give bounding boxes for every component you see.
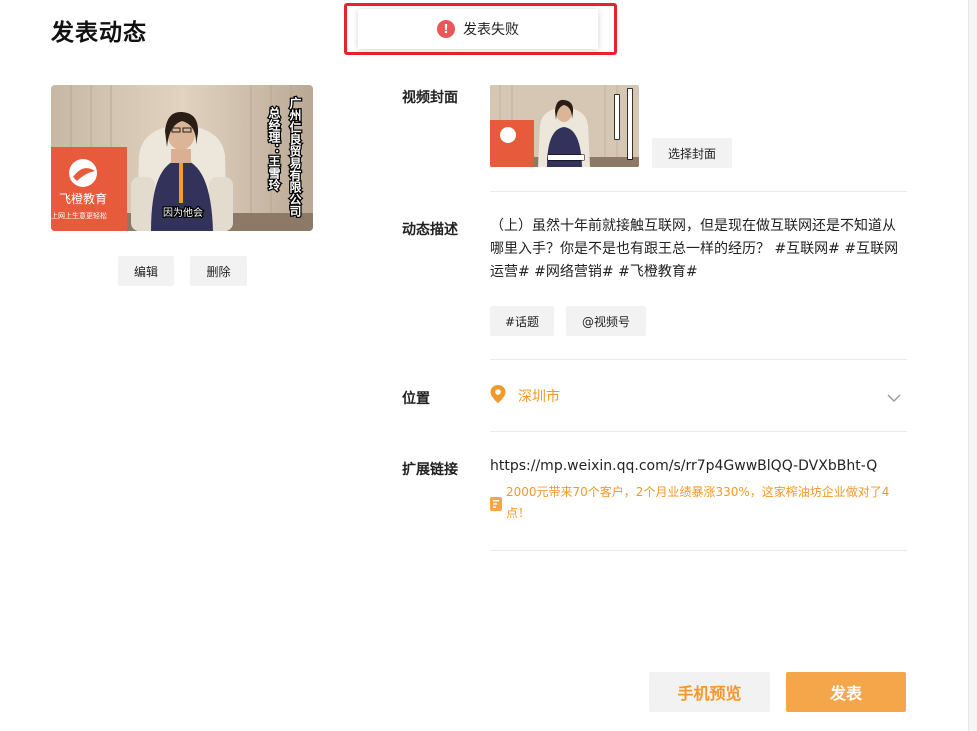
page-title: 发表动态 [51,20,147,46]
overlay-company: 广州仁良贸易有限公司 [288,96,302,218]
location-value: 深圳市 [518,389,560,405]
overlay-person: 总经理：王雪玲 [267,106,281,192]
publish-button[interactable]: 发表 [786,672,906,712]
link-label: 扩展链接 [402,462,458,478]
edit-button[interactable]: 编辑 [118,256,174,286]
logo-subtext: 上网上生意更轻松 [51,211,107,220]
video-preview[interactable]: 飞橙教育 上网上生意更轻松 广州仁良贸易有限公司 总经理：王雪玲 因为他会 [51,85,313,231]
publish-post-page: 发表动态 飞橙教育 上网上生意更轻松 广州仁良贸易有限公司 总经理：王雪玲 因为… [0,0,977,731]
error-icon: ! [437,20,455,38]
select-cover-button[interactable]: 选择封面 [652,138,732,168]
divider [490,359,907,360]
article-icon [490,496,502,511]
linked-article[interactable]: 2000元带来70个客户，2个月业绩暴涨330%，这家榨油坊企业做对了4点！ [490,482,905,524]
link-url[interactable]: https://mp.weixin.qq.com/s/rr7p4GwwBlQQ-… [490,458,877,474]
video-subtitle: 因为他会 [163,206,203,219]
divider [490,550,907,551]
divider [490,191,907,192]
cover-thumbnail [490,85,639,167]
location-selector[interactable]: 深圳市 [490,384,907,408]
logo-text: 飞橙教育 [59,191,107,206]
cover-label: 视频封面 [402,90,458,106]
description-label: 动态描述 [402,222,458,238]
article-title: 2000元带来70个客户，2个月业绩暴涨330%，这家榨油坊企业做对了4点！ [506,485,890,520]
phone-preview-button[interactable]: 手机预览 [649,672,770,712]
description-text[interactable]: （上）虽然十年前就接触互联网，但是现在做互联网还是不知道从哪里入手？你是不是也有… [490,215,905,284]
location-label: 位置 [402,391,430,407]
chevron-down-icon[interactable] [887,388,901,407]
mention-button[interactable]: @视频号 [566,306,646,336]
topic-button[interactable]: #话题 [490,306,554,336]
divider [490,431,907,432]
delete-button[interactable]: 删除 [190,256,247,286]
error-toast: ! 发表失败 [358,9,598,49]
scrollbar-track[interactable] [968,0,977,731]
location-pin-icon [490,385,506,407]
toast-message: 发表失败 [463,22,519,38]
